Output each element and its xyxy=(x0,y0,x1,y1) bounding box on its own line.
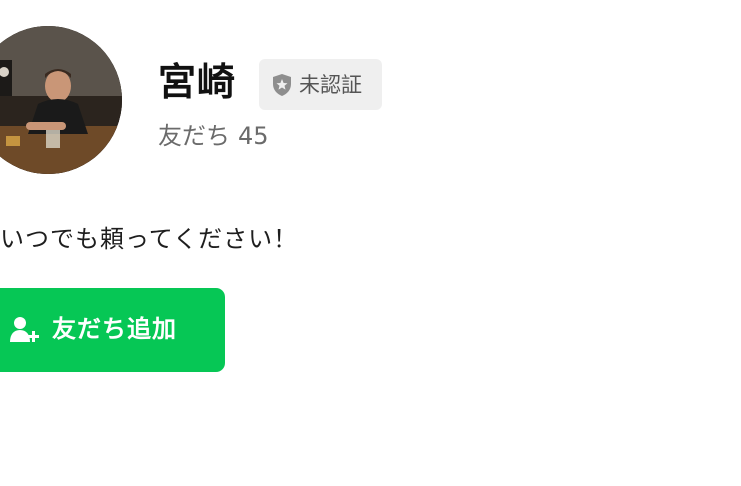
unverified-badge: 未認証 xyxy=(259,59,382,110)
profile-page: 宮崎 未認証 友だち 45 いつでも頼ってください！ 友だち追加 xyxy=(0,0,741,486)
add-friend-label: 友だち追加 xyxy=(52,316,177,343)
friend-count-label: 友だち xyxy=(158,122,230,150)
avatar-photo xyxy=(0,26,122,174)
friend-count: 友だち 45 xyxy=(158,120,277,152)
shield-icon xyxy=(271,73,293,97)
status-message: いつでも頼ってください！ xyxy=(0,225,299,253)
add-person-icon xyxy=(10,316,40,344)
add-friend-button[interactable]: 友だち追加 xyxy=(0,288,225,372)
profile-name: 宮崎 xyxy=(158,60,237,104)
friend-count-value: 45 xyxy=(238,122,269,150)
avatar[interactable] xyxy=(0,26,122,174)
badge-label: 未認証 xyxy=(299,72,362,97)
